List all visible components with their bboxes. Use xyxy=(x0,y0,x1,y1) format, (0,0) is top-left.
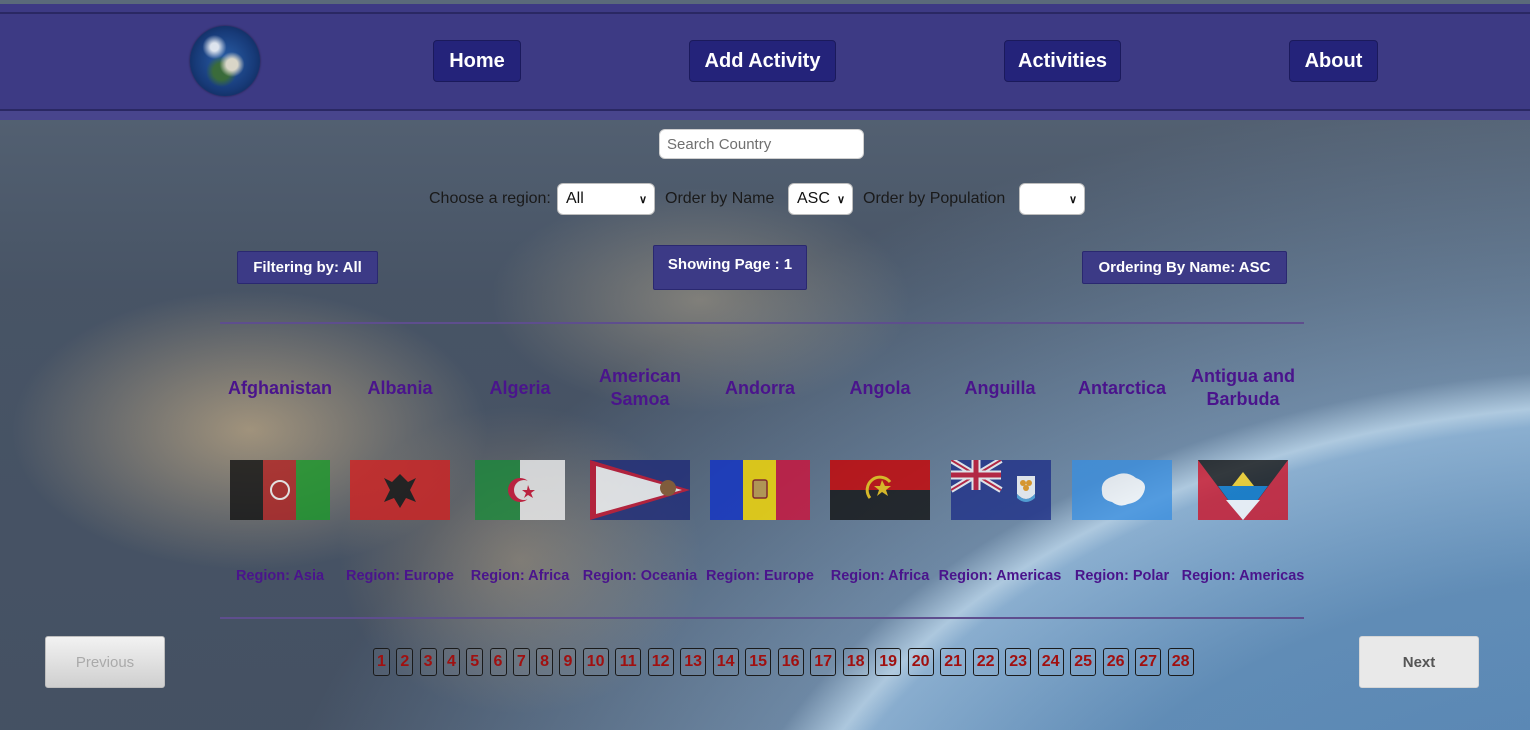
country-name[interactable]: Anguilla xyxy=(940,364,1060,412)
flag-antigua-and-barbuda-icon xyxy=(1198,460,1288,520)
page-status-badge: Showing Page : 1 xyxy=(653,245,807,290)
page-number-button[interactable]: 1 xyxy=(373,648,390,676)
page-number-button[interactable]: 9 xyxy=(559,648,577,676)
page-number-button[interactable]: 21 xyxy=(940,648,967,676)
flag-algeria-icon xyxy=(475,460,565,520)
page-number-button[interactable]: 16 xyxy=(777,648,804,676)
flag-antarctica-icon xyxy=(1072,460,1172,520)
country-name[interactable]: Andorra xyxy=(700,364,820,412)
divider-top xyxy=(220,322,1304,324)
page-number-button[interactable]: 4 xyxy=(442,648,460,676)
country-region: Region: Americas xyxy=(1181,568,1305,584)
country-name[interactable]: Antarctica xyxy=(1062,364,1182,412)
flag-andorra-icon xyxy=(710,460,810,520)
page-number-button[interactable]: 22 xyxy=(972,648,999,676)
page-number-button[interactable]: 6 xyxy=(489,648,507,676)
page-number-button[interactable]: 23 xyxy=(1005,648,1032,676)
flag-angola-icon xyxy=(830,460,930,520)
nav-activities-button[interactable]: Activities xyxy=(1004,40,1121,82)
page-number-button[interactable]: 25 xyxy=(1070,648,1097,676)
page-number-button[interactable]: 7 xyxy=(512,648,530,676)
page-number-button[interactable]: 18 xyxy=(842,648,869,676)
country-name[interactable]: Angola xyxy=(820,364,940,412)
previous-page-button[interactable]: Previous xyxy=(45,636,165,688)
filter-bar: Choose a region: All ∨ Order by Name ASC… xyxy=(0,183,1530,215)
page-number-button[interactable]: 13 xyxy=(680,648,707,676)
order-name-select-value: ASC xyxy=(797,190,830,207)
page-number-button[interactable]: 8 xyxy=(536,648,554,676)
country-name[interactable]: Algeria xyxy=(460,364,580,412)
divider-bottom xyxy=(220,617,1304,619)
order-population-label: Order by Population xyxy=(863,190,1006,207)
navbar: Home Add Activity Activities About xyxy=(0,4,1530,120)
globe-logo-icon[interactable] xyxy=(190,26,260,96)
chevron-down-icon: ∨ xyxy=(638,194,647,206)
flag-anguilla-icon xyxy=(951,460,1051,520)
nav-home-button[interactable]: Home xyxy=(433,40,521,82)
page-number-button[interactable]: 10 xyxy=(582,648,609,676)
page-number-button[interactable]: 12 xyxy=(647,648,674,676)
page-number-button[interactable]: 11 xyxy=(615,648,642,676)
page-number-button[interactable]: 27 xyxy=(1135,648,1162,676)
page-number-button[interactable]: 15 xyxy=(745,648,772,676)
order-name-label: Order by Name xyxy=(665,190,775,207)
page-number-button[interactable]: 17 xyxy=(810,648,837,676)
chevron-down-icon: ∨ xyxy=(836,194,845,206)
page-number-button[interactable]: 24 xyxy=(1037,648,1064,676)
flag-american-samoa-icon xyxy=(590,460,690,520)
navbar-bottom-band xyxy=(0,111,1530,120)
country-name[interactable]: Afghanistan xyxy=(220,364,340,412)
region-filter-label: Choose a region: xyxy=(429,190,551,207)
flag-afghanistan-icon xyxy=(230,460,330,520)
country-name[interactable]: American Samoa xyxy=(580,364,700,412)
country-name[interactable]: Albania xyxy=(340,364,460,412)
filtering-status-badge: Filtering by: All xyxy=(237,251,378,284)
chevron-down-icon: ∨ xyxy=(1068,194,1077,206)
order-name-select[interactable]: ASC ∨ xyxy=(788,183,853,215)
page-number-button[interactable]: 5 xyxy=(466,648,484,676)
region-select-value: All xyxy=(566,190,584,207)
page-number-button[interactable]: 2 xyxy=(396,648,414,676)
page-number-button[interactable]: 14 xyxy=(712,648,739,676)
page-number-button[interactable]: 19 xyxy=(875,648,902,676)
country-name[interactable]: Antigua and Barbuda xyxy=(1183,364,1303,412)
page-number-button[interactable]: 20 xyxy=(907,648,934,676)
search-country-input[interactable] xyxy=(659,129,864,159)
nav-add-activity-button[interactable]: Add Activity xyxy=(689,40,836,82)
next-page-button[interactable]: Next xyxy=(1359,636,1479,688)
page-number-button[interactable]: 3 xyxy=(419,648,437,676)
region-select[interactable]: All ∨ xyxy=(557,183,655,215)
navbar-border-top xyxy=(0,12,1530,14)
ordering-status-badge: Ordering By Name: ASC xyxy=(1082,251,1287,284)
nav-about-button[interactable]: About xyxy=(1289,40,1378,82)
order-population-select[interactable]: ∨ xyxy=(1019,183,1085,215)
page-number-button[interactable]: 28 xyxy=(1167,648,1194,676)
page-number-button[interactable]: 26 xyxy=(1102,648,1129,676)
flag-albania-icon xyxy=(350,460,450,520)
